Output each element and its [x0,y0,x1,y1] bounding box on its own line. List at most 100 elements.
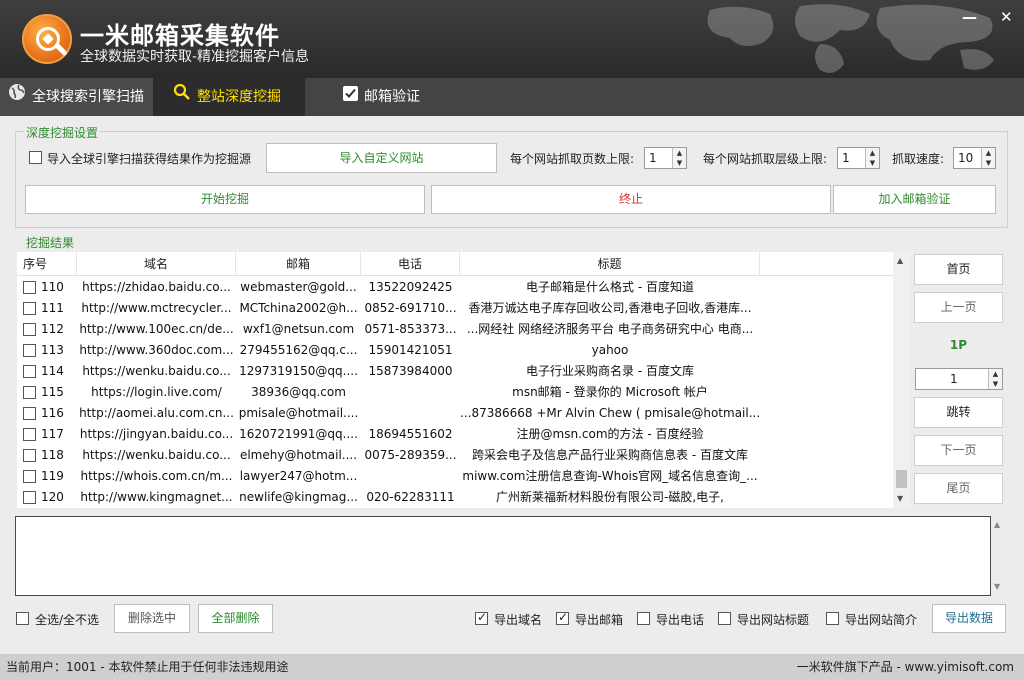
row-checkbox[interactable] [23,449,36,462]
export-email-checkbox[interactable] [556,610,569,625]
minimize-button[interactable]: — [962,8,977,26]
log-scrollbar[interactable]: ▲ ▼ [991,516,1006,596]
table-row[interactable]: 118 https://wenku.baidu.co... elmehy@hotma… [17,445,895,466]
prev-page-button[interactable]: 上一页 [914,292,1003,323]
app-logo-icon [22,14,72,64]
speed-stepper[interactable]: 10 ▲ ▼ [953,147,996,169]
table-row[interactable]: 114 https://wenku.baidu.co... 1297319150@q… [17,361,895,382]
cell-domain: https://whois.com.cn/m... [80,469,233,483]
cell-idx: 113 [17,340,77,361]
cell-idx: 119 [17,466,77,487]
col-phone[interactable]: 电话 [361,252,460,276]
export-domain-checkbox[interactable] [475,610,488,625]
depth-limit-stepper[interactable]: 1 ▲ ▼ [837,147,880,169]
cell-domain: http://www.360doc.com... [79,343,234,357]
cell-email: elmehy@hotmail.... [239,448,358,462]
col-email[interactable]: 邮箱 [236,252,361,276]
row-checkbox[interactable] [23,491,36,504]
cell-phone [361,382,460,403]
export-phone-checkbox[interactable] [637,612,650,625]
select-all-checkbox[interactable] [16,612,29,625]
row-index: 110 [41,280,64,294]
row-checkbox[interactable] [23,302,36,315]
stepper-arrows-icon[interactable]: ▲ ▼ [865,148,879,168]
cell-title: 电子邮箱是什么格式 - 百度知道 [526,280,694,294]
row-checkbox[interactable] [23,281,36,294]
scroll-down-icon[interactable]: ▼ [897,494,903,503]
cell-phone: 15901421051 [368,343,453,357]
status-brand-text: 一米软件旗下产品 - www.yimisoft.com [796,660,1014,674]
cell-phone: 13522092425 [368,280,453,294]
col-title[interactable]: 标题 [460,252,760,276]
tab-email-verify[interactable]: 邮箱验证 [305,78,445,116]
speed-label: 抓取速度: [892,152,945,166]
export-intro-checkbox[interactable] [826,612,839,625]
cell-phone: 020-62283111 [366,490,455,504]
stepper-arrows-icon[interactable]: ▲ ▼ [981,148,995,168]
delete-all-button[interactable]: 全部删除 [198,604,273,633]
pages-limit-stepper[interactable]: 1 ▲ ▼ [644,147,687,169]
cell-phone: 0075-289359... [364,448,457,462]
cell-email: pmisale@hotmail.... [238,406,359,420]
stop-button[interactable]: 终止 [431,185,831,214]
scroll-up-icon[interactable]: ▲ [897,256,903,265]
row-checkbox[interactable] [23,428,36,441]
row-checkbox[interactable] [23,365,36,378]
row-checkbox[interactable] [23,407,36,420]
stepper-arrows-icon[interactable]: ▲ ▼ [672,148,686,168]
table-row[interactable]: 115 https://login.live.com/38936@qq.com ms… [17,382,895,403]
last-page-button[interactable]: 尾页 [914,473,1003,504]
export-data-button[interactable]: 导出数据 [932,604,1006,633]
cell-phone [361,403,460,424]
col-domain[interactable]: 域名 [77,252,236,276]
cell-title: yahoo [591,343,629,357]
table-row[interactable]: 119 https://whois.com.cn/m... lawyer247@ho… [17,466,895,487]
log-output[interactable] [15,516,991,596]
export-title-label: 导出网站标题 [737,613,810,627]
scroll-down-icon[interactable]: ▼ [994,582,1000,591]
col-index[interactable]: 序号 [17,252,77,276]
scroll-up-icon[interactable]: ▲ [994,520,1000,529]
table-row[interactable]: 112 http://www.100ec.cn/de... wxf1@netsun.… [17,319,895,340]
jump-button[interactable]: 跳转 [914,397,1003,428]
import-custom-button[interactable]: 导入自定义网站 [266,143,497,173]
cell-email: webmaster@gold... [240,280,357,294]
start-mining-button[interactable]: 开始挖掘 [25,185,425,214]
table-row[interactable]: 117 https://jingyan.baidu.co... 1620721991… [17,424,895,445]
export-phone-label: 导出电话 [656,613,705,627]
next-page-button[interactable]: 下一页 [914,435,1003,466]
add-email-verify-button[interactable]: 加入邮箱验证 [833,185,996,214]
delete-selected-button[interactable]: 删除选中 [114,604,190,633]
cell-domain: http://www.kingmagnet... [80,490,233,504]
cell-domain: http://www.100ec.cn/de... [79,322,234,336]
table-scrollbar[interactable]: ▲ ▼ [893,252,910,508]
close-button[interactable]: ✕ [1000,8,1013,26]
cell-email: 1620721991@qq.... [239,427,358,441]
tab-global-search[interactable]: 全球搜索引擎扫描 [0,78,153,116]
tab-deep-mining[interactable]: 整站深度挖掘 [153,78,305,116]
row-checkbox[interactable] [23,344,36,357]
row-checkbox[interactable] [23,470,36,483]
table-row[interactable]: 116 http://aomei.alu.com.cn... pmisale@hot… [17,403,895,424]
import-global-checkbox[interactable] [29,151,42,164]
tab-label: 邮箱验证 [364,89,420,105]
first-page-button[interactable]: 首页 [914,254,1003,285]
export-email-label: 导出邮箱 [575,613,624,627]
table-row[interactable]: 120 http://www.kingmagnet... newlife@kingm… [17,487,895,508]
cell-idx: 114 [17,361,77,382]
stepper-arrows-icon[interactable]: ▲ ▼ [988,369,1002,389]
export-title-checkbox[interactable] [718,612,731,625]
page-number-input[interactable]: 1 ▲ ▼ [915,368,1003,390]
cell-domain: http://aomei.alu.com.cn... [79,406,234,420]
table-row[interactable]: 110 https://zhidao.baidu.co... webmaster@g… [17,277,895,298]
table-row[interactable]: 111 http://www.mctrecycler... MCTchina2002… [17,298,895,319]
scroll-thumb[interactable] [896,470,907,488]
row-index: 113 [41,343,64,357]
row-checkbox[interactable] [23,323,36,336]
pages-limit-label: 每个网站抓取页数上限: [510,152,635,166]
row-checkbox[interactable] [23,386,36,399]
cell-title: 广州新莱福新材料股份有限公司-磁胶,电子, [496,490,724,504]
cell-phone: 15873984000 [368,364,453,378]
row-index: 114 [41,364,64,378]
table-row[interactable]: 113 http://www.360doc.com... 279455162@qq.… [17,340,895,361]
